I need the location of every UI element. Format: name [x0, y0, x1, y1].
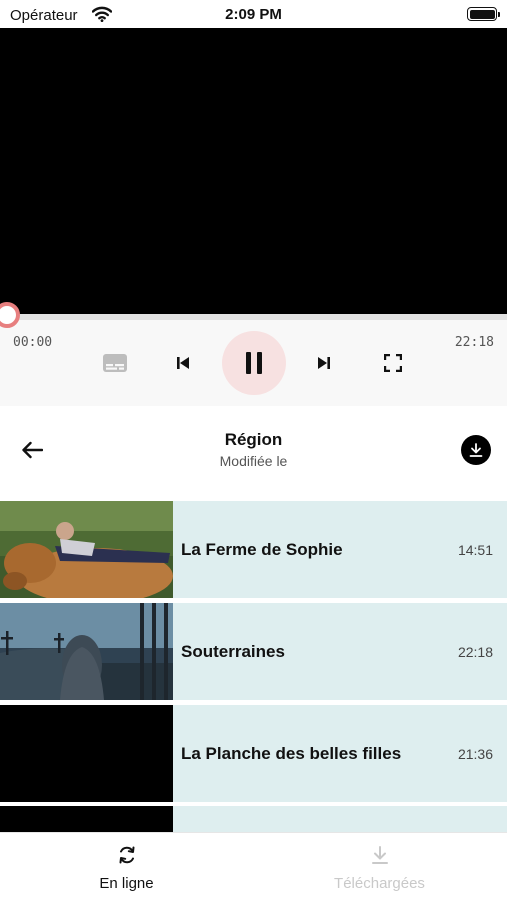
episode-thumbnail — [0, 603, 173, 700]
tab-online-label: En ligne — [99, 875, 154, 892]
list-item[interactable]: La Ferme de Sophie 14:51 — [0, 501, 507, 598]
fullscreen-button[interactable] — [380, 350, 406, 376]
next-button[interactable] — [311, 350, 337, 376]
progress-bar[interactable] — [0, 314, 507, 320]
total-time: 22:18 — [454, 335, 494, 350]
episode-title: Souterraines — [181, 641, 285, 661]
pause-icon — [246, 352, 262, 374]
episode-duration: 14:51 — [457, 541, 493, 558]
episode-list[interactable]: La Ferme de Sophie 14:51 Souterraines 22… — [0, 498, 507, 832]
status-bar: Opérateur 2:09 PM — [0, 0, 507, 28]
tab-downloads-label: Téléchargées — [334, 875, 425, 892]
episode-info: La Ferme de Sophie 14:51 — [173, 501, 507, 598]
list-item[interactable]: La Planche des belles filles 21:36 — [0, 705, 507, 802]
list-item[interactable]: Souterraines 22:18 — [0, 603, 507, 700]
battery-icon — [467, 7, 500, 21]
subtitles-button[interactable] — [100, 350, 130, 376]
tab-bar: En ligne Téléchargées — [0, 832, 507, 900]
refresh-icon — [119, 846, 134, 864]
elapsed-time: 00:00 — [13, 335, 53, 350]
download-all-button[interactable] — [461, 435, 491, 465]
next-icon — [318, 357, 330, 369]
tab-downloads[interactable]: Téléchargées — [253, 833, 506, 900]
fullscreen-icon — [384, 354, 402, 372]
download-icon — [469, 443, 483, 457]
previous-icon — [177, 357, 189, 369]
previous-button[interactable] — [170, 350, 196, 376]
episode-title: La Ferme de Sophie — [181, 539, 343, 559]
video-player[interactable] — [0, 28, 507, 314]
page-title: Région — [224, 430, 283, 449]
episode-thumbnail — [0, 501, 173, 598]
status-time: 2:09 PM — [225, 6, 282, 23]
episode-info: Souterraines 22:18 — [173, 603, 507, 700]
episode-info: La Planche des belles filles 21:36 — [173, 705, 507, 802]
download-icon — [371, 846, 388, 864]
playlist-header: Région Modifiée le — [0, 406, 507, 498]
episode-duration: 21:36 — [457, 745, 493, 762]
subtitles-icon — [103, 354, 127, 372]
page-subtitle: Modifiée le — [219, 453, 288, 469]
episode-thumbnail — [0, 806, 173, 832]
tab-online[interactable]: En ligne — [0, 833, 253, 900]
episode-info — [173, 806, 507, 832]
episode-title: La Planche des belles filles — [181, 743, 402, 763]
list-item[interactable] — [0, 806, 507, 832]
episode-duration: 22:18 — [457, 643, 493, 660]
episode-thumbnail — [0, 705, 173, 802]
pause-button[interactable] — [222, 331, 286, 395]
